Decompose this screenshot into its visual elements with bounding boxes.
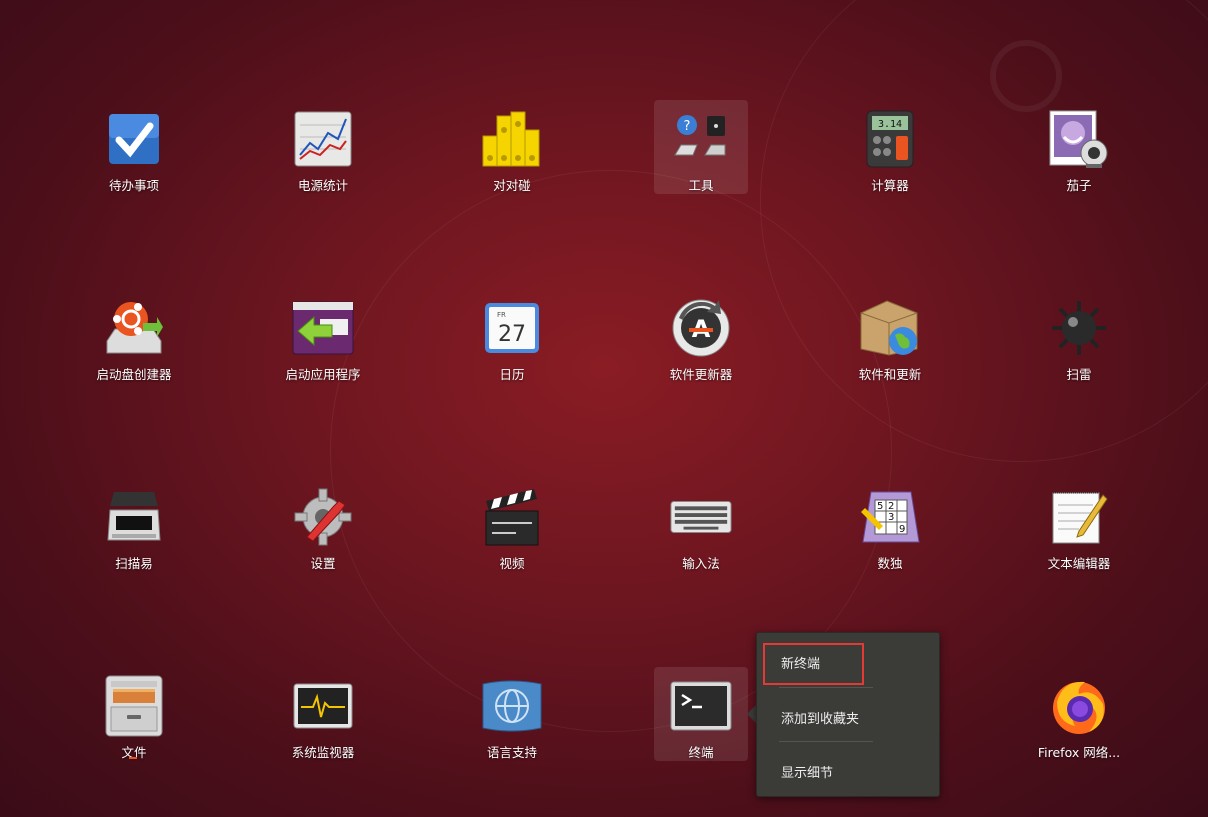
- app-label: 扫描易: [115, 556, 153, 571]
- menu-item-show-details[interactable]: 显示细节: [781, 762, 833, 781]
- app-text-editor[interactable]: 文本编辑器: [1032, 478, 1126, 572]
- context-menu-pointer: [747, 705, 756, 723]
- app-calendar[interactable]: FR 27 日历: [465, 289, 559, 383]
- app-label: 系统监视器: [291, 745, 355, 760]
- app-utilities-folder[interactable]: ? 工具: [654, 100, 748, 194]
- app-label: 对对碰: [493, 178, 531, 193]
- app-label: 启动盘创建器: [96, 367, 172, 382]
- files-cabinet-icon: [103, 675, 165, 737]
- app-power-statistics[interactable]: 电源统计: [276, 100, 370, 194]
- video-clapper-icon: [481, 486, 543, 548]
- settings-gear-icon: [292, 486, 354, 548]
- software-and-updates-icon: [859, 297, 921, 359]
- app-label: 扫雷: [1066, 367, 1092, 382]
- svg-text:FR: FR: [497, 311, 506, 319]
- app-label: 输入法: [682, 556, 720, 571]
- app-language-support[interactable]: 语言支持: [465, 667, 559, 761]
- app-terminal[interactable]: 终端: [654, 667, 748, 761]
- app-label: 启动应用程序: [285, 367, 361, 382]
- software-updater-icon: A: [670, 297, 732, 359]
- keyboard-icon: [670, 486, 732, 548]
- app-label: 软件和更新: [858, 367, 922, 382]
- text-editor-icon: [1048, 486, 1110, 548]
- swell-foop-icon: [481, 108, 543, 170]
- app-system-monitor[interactable]: 系统监视器: [276, 667, 370, 761]
- app-label: 茄子: [1066, 178, 1092, 193]
- app-videos[interactable]: 视频: [465, 478, 559, 572]
- app-label: 视频: [499, 556, 525, 571]
- svg-text:2: 2: [888, 501, 894, 512]
- svg-text:9: 9: [899, 524, 905, 535]
- todo-check-icon: [103, 108, 165, 170]
- language-support-icon: [481, 675, 543, 737]
- cheese-webcam-icon: [1048, 108, 1110, 170]
- app-label: 电源统计: [297, 178, 348, 193]
- app-input-method[interactable]: 输入法: [654, 478, 748, 572]
- app-cheese[interactable]: 茄子: [1032, 100, 1126, 194]
- app-scanner[interactable]: 扫描易: [87, 478, 181, 572]
- svg-text:3.14: 3.14: [878, 119, 902, 130]
- svg-text:5: 5: [877, 501, 883, 512]
- app-label: 文本编辑器: [1047, 556, 1111, 571]
- running-indicator: [129, 757, 137, 759]
- app-label: 待办事项: [108, 178, 159, 193]
- system-monitor-icon: [292, 675, 354, 737]
- app-label: 语言支持: [486, 745, 537, 760]
- app-label: 软件更新器: [669, 367, 733, 382]
- app-label: 工具: [688, 178, 714, 193]
- svg-text:?: ?: [684, 119, 691, 134]
- mines-icon: [1048, 297, 1110, 359]
- app-calculator[interactable]: 3.14 计算器: [843, 100, 937, 194]
- app-startup-applications[interactable]: 启动应用程序: [276, 289, 370, 383]
- app-sudoku[interactable]: 5239 数独: [843, 478, 937, 572]
- scanner-icon: [103, 486, 165, 548]
- svg-text:3: 3: [888, 512, 894, 523]
- app-label: 设置: [310, 556, 336, 571]
- app-swell-foop[interactable]: 对对碰: [465, 100, 559, 194]
- startup-disk-creator-icon: [103, 297, 165, 359]
- terminal-icon: [670, 675, 732, 737]
- startup-applications-icon: [292, 297, 354, 359]
- svg-text:27: 27: [498, 322, 526, 347]
- power-statistics-icon: [292, 108, 354, 170]
- calendar-icon: FR 27: [481, 297, 543, 359]
- highlight-box: [763, 643, 864, 685]
- app-files[interactable]: 文件: [87, 667, 181, 761]
- app-startup-disk-creator[interactable]: 启动盘创建器: [87, 289, 181, 383]
- app-label: 计算器: [871, 178, 909, 193]
- app-software-updater[interactable]: A 软件更新器: [654, 289, 748, 383]
- menu-separator: [779, 741, 873, 742]
- app-label: 日历: [499, 367, 525, 382]
- app-label: 数独: [877, 556, 903, 571]
- menu-separator: [779, 687, 873, 688]
- app-software-and-updates[interactable]: 软件和更新: [843, 289, 937, 383]
- app-todo[interactable]: 待办事项: [87, 100, 181, 194]
- calculator-icon: 3.14: [859, 108, 921, 170]
- menu-item-add-to-favorites[interactable]: 添加到收藏夹: [781, 708, 859, 727]
- app-firefox[interactable]: Firefox 网络...: [1032, 667, 1126, 761]
- app-label: Firefox 网络...: [1037, 745, 1121, 760]
- app-settings[interactable]: 设置: [276, 478, 370, 572]
- sudoku-icon: 5239: [859, 486, 921, 548]
- app-label: 终端: [688, 745, 714, 760]
- app-mines[interactable]: 扫雷: [1032, 289, 1126, 383]
- utilities-folder-icon: ?: [670, 108, 732, 170]
- firefox-icon: [1048, 675, 1110, 737]
